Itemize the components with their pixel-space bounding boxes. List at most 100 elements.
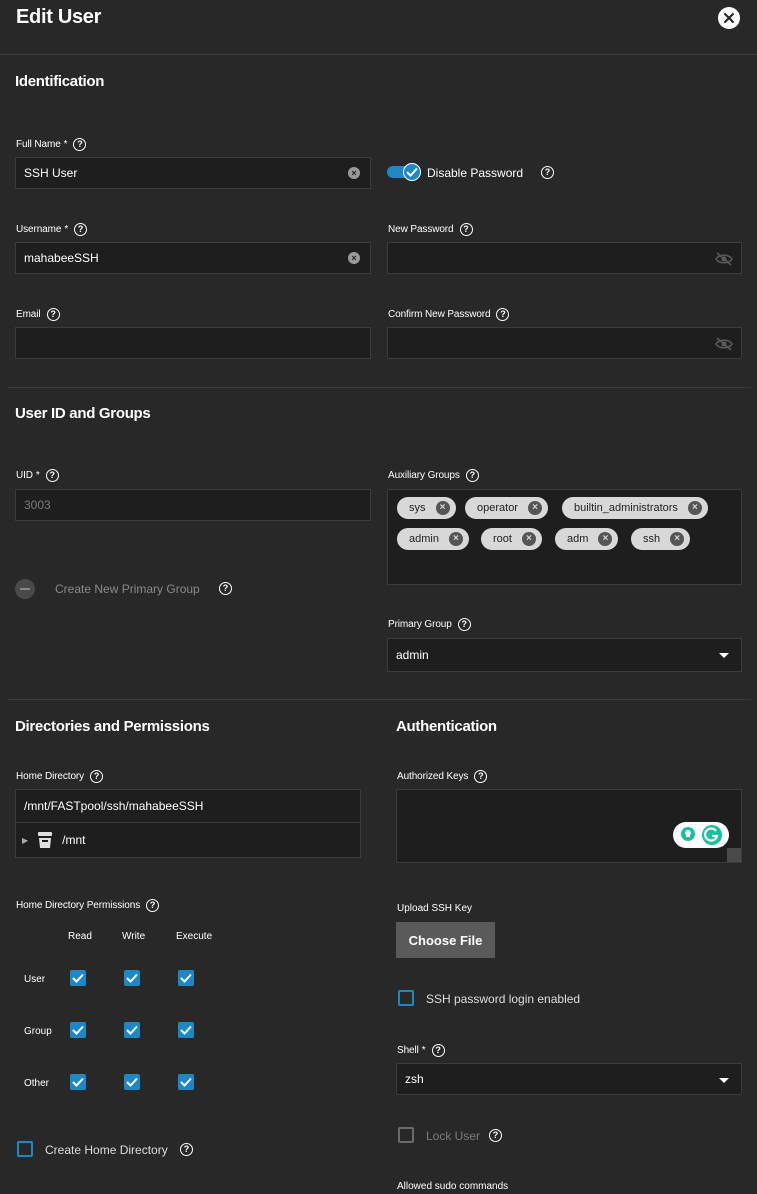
- lock-user-checkbox[interactable]: [398, 1127, 414, 1143]
- check-icon: [72, 1077, 84, 1087]
- dropdown-arrow-icon: [719, 653, 729, 658]
- clear-icon[interactable]: ×: [348, 167, 360, 179]
- primary-group-label: Primary Group ?: [388, 618, 471, 631]
- grammarly-widget[interactable]: [673, 822, 729, 848]
- home-permissions-label: Home Directory Permissions ?: [16, 899, 160, 912]
- perm-row-user: User: [24, 974, 46, 985]
- help-icon[interactable]: ?: [46, 308, 60, 321]
- create-primary-group-toggle[interactable]: [15, 579, 35, 599]
- remove-icon[interactable]: ×: [598, 532, 613, 546]
- eye-off-icon[interactable]: [715, 252, 733, 266]
- help-icon[interactable]: ?: [74, 223, 88, 236]
- create-home-directory-checkbox[interactable]: [17, 1141, 33, 1157]
- dropdown-arrow-icon: [719, 1078, 729, 1083]
- perm-group-read-checkbox[interactable]: [70, 1022, 86, 1038]
- upload-ssh-key-label: Upload SSH Key: [397, 903, 473, 914]
- shell-label: Shell * ?: [397, 1044, 445, 1057]
- group-chip[interactable]: admin ×: [397, 528, 469, 550]
- home-directory-explorer[interactable]: /mnt/FASTpool/ssh/mahabeeSSH ▶ /mnt: [15, 789, 361, 858]
- authorized-keys-label: Authorized Keys ?: [397, 770, 488, 783]
- remove-icon[interactable]: ×: [670, 532, 685, 546]
- help-icon[interactable]: ?: [219, 582, 232, 595]
- close-button[interactable]: [718, 7, 740, 29]
- help-icon[interactable]: ?: [496, 308, 510, 321]
- username-input[interactable]: mahabeeSSH ×: [15, 242, 371, 274]
- home-directory-input[interactable]: /mnt/FASTpool/ssh/mahabeeSSH: [16, 790, 360, 823]
- full-name-label: Full Name * ?: [16, 138, 87, 151]
- check-icon: [403, 163, 421, 181]
- help-icon[interactable]: ?: [465, 469, 479, 482]
- check-icon: [72, 1025, 84, 1035]
- perm-row-other: Other: [24, 1078, 50, 1089]
- new-password-input[interactable]: [387, 242, 742, 274]
- help-icon[interactable]: ?: [489, 1129, 502, 1142]
- email-label: Email ?: [16, 308, 60, 321]
- resize-handle[interactable]: [727, 848, 741, 862]
- identification-title: Identification: [15, 73, 105, 90]
- email-input[interactable]: [15, 327, 371, 359]
- expand-arrow-icon[interactable]: ▶: [22, 836, 28, 845]
- perm-group-write-checkbox[interactable]: [124, 1022, 140, 1038]
- group-chip[interactable]: operator ×: [465, 497, 548, 519]
- header-divider: [0, 54, 757, 55]
- help-icon[interactable]: ?: [541, 166, 554, 179]
- choose-file-button[interactable]: Choose File: [396, 922, 495, 958]
- check-icon: [180, 973, 192, 983]
- auxiliary-groups-input[interactable]: sys × operator × builtin_administrators × a…: [387, 489, 742, 585]
- perm-other-write-checkbox[interactable]: [124, 1074, 140, 1090]
- help-icon[interactable]: ?: [90, 770, 104, 783]
- help-icon[interactable]: ?: [474, 770, 488, 783]
- home-directory-label: Home Directory ?: [16, 770, 104, 783]
- group-chip[interactable]: builtin_administrators ×: [562, 497, 708, 519]
- help-icon[interactable]: ?: [459, 223, 473, 236]
- perm-col-write: Write: [122, 931, 146, 942]
- eye-off-icon[interactable]: [715, 337, 733, 351]
- perm-user-execute-checkbox[interactable]: [178, 970, 194, 986]
- group-chip[interactable]: ssh ×: [631, 528, 691, 550]
- tree-node[interactable]: ▶ /mnt: [16, 823, 360, 857]
- help-icon[interactable]: ?: [73, 138, 87, 151]
- help-icon[interactable]: ?: [180, 1143, 193, 1156]
- help-icon[interactable]: ?: [457, 618, 471, 631]
- dialog-title: Edit User: [16, 6, 102, 28]
- remove-icon[interactable]: ×: [448, 532, 463, 546]
- shell-select[interactable]: zsh: [396, 1063, 742, 1095]
- remove-icon[interactable]: ×: [435, 501, 450, 515]
- perm-other-read-checkbox[interactable]: [70, 1074, 86, 1090]
- full-name-input[interactable]: SSH User ×: [15, 157, 371, 189]
- help-icon[interactable]: ?: [45, 469, 59, 482]
- perm-col-execute: Execute: [176, 931, 213, 942]
- username-label: Username * ?: [16, 223, 88, 236]
- uid-input[interactable]: 3003: [15, 489, 371, 521]
- group-chip[interactable]: adm ×: [555, 528, 619, 550]
- perm-user-read-checkbox[interactable]: [70, 970, 86, 986]
- directories-title: Directories and Permissions: [15, 718, 210, 735]
- perm-group-execute-checkbox[interactable]: [178, 1022, 194, 1038]
- primary-group-select[interactable]: admin: [387, 638, 742, 672]
- remove-icon[interactable]: ×: [521, 532, 536, 546]
- group-chip[interactable]: root ×: [481, 528, 542, 550]
- help-icon[interactable]: ?: [146, 899, 160, 912]
- disable-password-toggle[interactable]: [387, 163, 423, 181]
- close-icon: [724, 13, 734, 23]
- confirm-password-label: Confirm New Password ?: [388, 308, 510, 321]
- confirm-password-input[interactable]: [387, 327, 742, 359]
- new-password-label: New Password ?: [388, 223, 473, 236]
- create-home-directory-label: Create Home Directory: [45, 1143, 168, 1157]
- remove-icon[interactable]: ×: [687, 501, 702, 515]
- clear-icon[interactable]: ×: [348, 252, 360, 264]
- allowed-sudo-label: Allowed sudo commands: [397, 1181, 509, 1192]
- ssh-password-login-checkbox[interactable]: [398, 990, 414, 1006]
- perm-user-write-checkbox[interactable]: [124, 970, 140, 986]
- perm-other-execute-checkbox[interactable]: [178, 1074, 194, 1090]
- group-chip[interactable]: sys ×: [397, 497, 456, 519]
- tree-node-label: /mnt: [62, 833, 86, 847]
- section-divider: [7, 387, 751, 388]
- authentication-title: Authentication: [396, 718, 497, 735]
- section-divider: [7, 699, 751, 700]
- create-primary-group-label: Create New Primary Group: [55, 582, 200, 596]
- help-icon[interactable]: ?: [431, 1044, 445, 1057]
- authorized-keys-textarea[interactable]: [396, 789, 742, 863]
- remove-icon[interactable]: ×: [527, 501, 542, 515]
- auxiliary-groups-label: Auxiliary Groups ?: [388, 469, 479, 482]
